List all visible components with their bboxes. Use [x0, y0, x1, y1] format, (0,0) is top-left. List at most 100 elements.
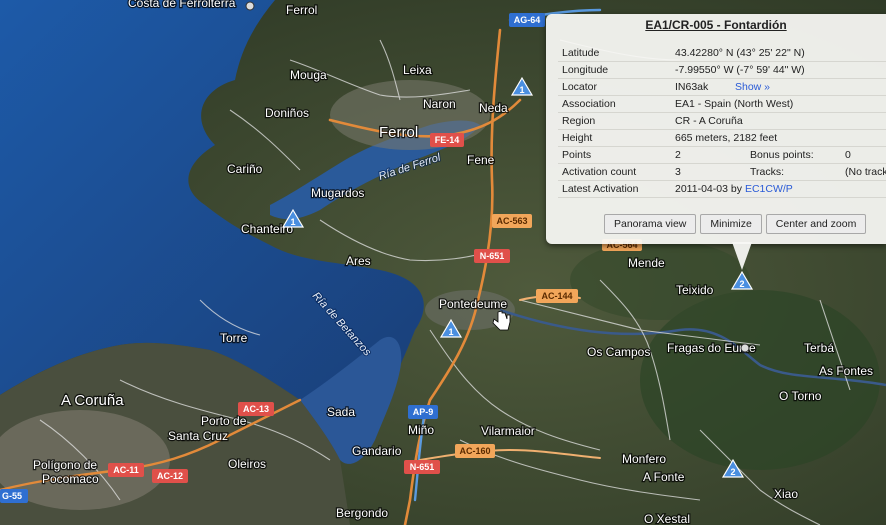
place-label: A Coruña [61, 392, 124, 409]
place-label: Bergondo [336, 506, 388, 520]
road-shield[interactable]: AC-144 [536, 289, 578, 303]
place-label: Monfero [622, 452, 666, 466]
road-shield[interactable]: AC-12 [152, 469, 188, 483]
svg-text:N-651: N-651 [410, 462, 435, 472]
svg-text:G-55: G-55 [2, 491, 22, 501]
detail-row-points: Points 2 Bonus points: 0 [558, 147, 886, 164]
place-label: Ferrol [379, 124, 418, 141]
detail-label: Longitude [562, 64, 609, 76]
svg-text:AC-160: AC-160 [459, 446, 490, 456]
place-label: Ares [346, 254, 371, 268]
detail-label: Activation count [562, 166, 637, 178]
detail-value: 43.42280° N (43° 25' 22" N) [675, 47, 805, 59]
place-label: Mende [628, 256, 665, 270]
detail-row-latitude: Latitude 43.42280° N (43° 25' 22" N) [558, 45, 886, 62]
svg-text:AC-12: AC-12 [157, 471, 183, 481]
road-shield[interactable]: AG-64 [509, 13, 545, 27]
summit-details-table: Latitude 43.42280° N (43° 25' 22" N) Lon… [558, 45, 886, 198]
detail-value: 2 [675, 149, 681, 161]
place-label: Ferrol [286, 3, 317, 17]
detail-row-longitude: Longitude -7.99550° W (-7° 59' 44" W) [558, 62, 886, 79]
detail-row-locator: Locator IN63ak Show » [558, 79, 886, 96]
place-label: Pontedeume [439, 297, 507, 311]
detail-row-association: Association EA1 - Spain (North West) [558, 96, 886, 113]
place-label: Costa de Ferrolterra [128, 0, 236, 10]
summit-info-window: EA1/CR-005 - Fontardión Latitude 43.4228… [546, 14, 886, 244]
detail-label: Locator [562, 81, 598, 93]
place-label: Doniños [265, 106, 309, 120]
place-label: Os Campos [587, 345, 650, 359]
road-shield[interactable]: G-55 [0, 489, 28, 503]
place-label: Oleiros [228, 457, 266, 471]
detail-label: Tracks: [750, 166, 785, 178]
summit-title[interactable]: EA1/CR-005 - Fontardión [546, 18, 886, 32]
detail-value: -7.99550° W (-7° 59' 44" W) [675, 64, 805, 76]
svg-text:AC-11: AC-11 [113, 465, 139, 475]
road-shield[interactable]: AC-160 [455, 444, 495, 458]
place-label: Gandario [352, 444, 402, 458]
place-label: Torre [220, 331, 248, 345]
forest-north [570, 240, 750, 320]
detail-row-height: Height 665 meters, 2182 feet [558, 130, 886, 147]
activator-link[interactable]: EC1CW/P [745, 183, 793, 195]
place-label: Pocomaco [42, 472, 99, 486]
place-label: O Xestal [644, 512, 690, 525]
detail-value: CR - A Coruña [675, 115, 743, 127]
place-label: Xiao [774, 487, 798, 501]
svg-text:AG-64: AG-64 [514, 15, 541, 25]
place-label: Naron [423, 97, 456, 111]
road-shield[interactable]: AC-563 [492, 214, 532, 228]
svg-text:AC-144: AC-144 [541, 291, 572, 301]
svg-text:AC-563: AC-563 [496, 216, 527, 226]
detail-label: Bonus points: [750, 149, 814, 161]
poi-dot [245, 1, 255, 11]
svg-text:N-651: N-651 [480, 251, 505, 261]
place-label: Teixido [676, 283, 714, 297]
minimize-button[interactable]: Minimize [700, 214, 762, 234]
place-label: Vilarmaior [481, 424, 535, 438]
place-label: Mouga [290, 68, 327, 82]
place-label: Neda [479, 101, 508, 115]
detail-label: Height [562, 132, 593, 144]
center-and-zoom-button[interactable]: Center and zoom [765, 214, 867, 234]
road-shield[interactable]: FE-14 [430, 133, 464, 147]
detail-value: 665 meters, 2182 feet [675, 132, 778, 144]
svg-text:2: 2 [730, 467, 735, 477]
svg-text:1: 1 [290, 217, 295, 227]
detail-value: 2011-04-03 by [675, 183, 742, 195]
detail-row-latest-activation: Latest Activation 2011-04-03 by EC1CW/P [558, 181, 886, 198]
road-shield[interactable]: AC-13 [238, 402, 274, 416]
road-shield[interactable]: AC-11 [108, 463, 144, 477]
place-label: Sada [327, 405, 355, 419]
place-label: Fene [467, 153, 495, 167]
detail-value: IN63ak [675, 81, 709, 93]
svg-text:FE-14: FE-14 [435, 135, 460, 145]
detail-label: Association [562, 98, 616, 110]
detail-label: Latitude [562, 47, 600, 59]
road-shield[interactable]: N-651 [404, 460, 440, 474]
place-label: Mugardos [311, 186, 364, 200]
detail-label: Points [562, 149, 592, 161]
detail-value: 3 [675, 166, 681, 178]
poi-dot [740, 343, 750, 353]
detail-value: EA1 - Spain (North West) [675, 98, 794, 110]
svg-text:AP-9: AP-9 [413, 407, 434, 417]
svg-text:1: 1 [519, 85, 524, 95]
place-label: Polígono de [33, 458, 97, 472]
detail-label: Region [562, 115, 596, 127]
road-shield[interactable]: AP-9 [408, 405, 438, 419]
svg-text:1: 1 [448, 327, 453, 337]
place-label: As Fontes [819, 364, 873, 378]
show-locator-link[interactable]: Show » [735, 81, 770, 93]
info-window-buttons: Panorama view Minimize Center and zoom [604, 214, 867, 234]
place-label: O Torno [779, 389, 822, 403]
svg-text:2: 2 [739, 279, 744, 289]
place-label: Cariño [227, 162, 263, 176]
road-shield[interactable]: N-651 [474, 249, 510, 263]
place-label: Porto de [201, 414, 247, 428]
detail-row-region: Region CR - A Coruña [558, 113, 886, 130]
detail-row-activation-count: Activation count 3 Tracks: (No track [558, 164, 886, 181]
panorama-view-button[interactable]: Panorama view [604, 214, 697, 234]
place-label: Miño [408, 423, 434, 437]
place-label: A Fonte [643, 470, 685, 484]
